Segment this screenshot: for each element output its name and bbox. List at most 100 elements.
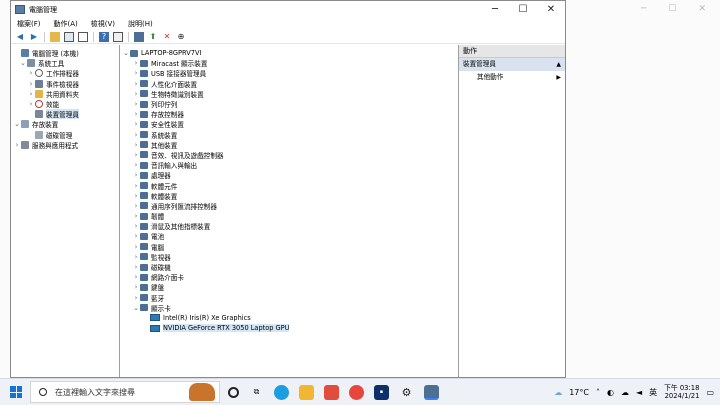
chevron-right-icon[interactable]: › bbox=[132, 161, 140, 169]
menu-file[interactable]: 檔案(F) bbox=[17, 19, 41, 29]
uninstall-icon[interactable]: ✕ bbox=[162, 32, 172, 42]
device-category[interactable]: › 電腦 bbox=[120, 242, 458, 252]
device-category[interactable]: › 電池 bbox=[120, 231, 458, 241]
chevron-right-icon[interactable]: › bbox=[132, 120, 140, 128]
close-button[interactable]: ✕ bbox=[537, 1, 565, 18]
tree-item-shared-folders[interactable]: › 共用資料夾 bbox=[11, 89, 119, 99]
chevron-down-icon[interactable]: ⌄ bbox=[132, 304, 140, 312]
tree-item-disk-management[interactable]: 磁碟管理 bbox=[11, 130, 119, 140]
cortana-icon[interactable] bbox=[228, 386, 239, 398]
tree-item-services-apps[interactable]: › 服務與應用程式 bbox=[11, 140, 119, 150]
menu-help[interactable]: 說明(H) bbox=[128, 19, 153, 29]
device-category[interactable]: › 存放控制器 bbox=[120, 109, 458, 119]
chevron-right-icon[interactable]: › bbox=[132, 80, 140, 88]
device-category[interactable]: › 處理器 bbox=[120, 170, 458, 180]
weather-icon[interactable]: ☁ bbox=[554, 388, 562, 397]
device-intel-graphics[interactable]: Intel(R) Iris(R) Xe Graphics bbox=[120, 313, 458, 323]
chevron-right-icon[interactable]: › bbox=[132, 232, 140, 240]
title-bar[interactable]: 電腦管理 ─ ☐ ✕ bbox=[11, 1, 565, 18]
task-view-icon[interactable]: ⧉ bbox=[249, 385, 264, 400]
start-button[interactable] bbox=[10, 386, 22, 398]
chevron-right-icon[interactable]: › bbox=[132, 222, 140, 230]
mail-icon[interactable] bbox=[324, 384, 339, 400]
menu-action[interactable]: 動作(A) bbox=[54, 19, 78, 29]
chevron-right-icon[interactable]: › bbox=[27, 100, 35, 108]
console-tree-icon[interactable] bbox=[64, 31, 74, 42]
device-category[interactable]: › 列印佇列 bbox=[120, 99, 458, 109]
device-category[interactable]: › 磁碟機 bbox=[120, 262, 458, 272]
device-category[interactable]: › 通用序列匯流排控制器 bbox=[120, 201, 458, 211]
chevron-right-icon[interactable]: › bbox=[132, 100, 140, 108]
speaker-icon[interactable]: ◄ bbox=[636, 388, 642, 397]
bg-maximize-icon[interactable]: ☐ bbox=[668, 4, 676, 14]
app-icon[interactable]: ▪ bbox=[374, 384, 389, 400]
forward-arrow-icon[interactable]: ▶ bbox=[29, 32, 39, 42]
tree-item-device-manager[interactable]: 裝置管理員 bbox=[11, 109, 119, 120]
weather-temp[interactable]: 17°C bbox=[569, 388, 589, 397]
chevron-right-icon[interactable]: › bbox=[132, 182, 140, 190]
chevron-right-icon[interactable]: › bbox=[132, 212, 140, 220]
back-arrow-icon[interactable]: ◀ bbox=[15, 32, 25, 42]
chevron-right-icon[interactable]: › bbox=[132, 59, 140, 67]
tray-chevron-icon[interactable]: ˄ bbox=[596, 388, 600, 397]
onedrive-icon[interactable]: ☁ bbox=[621, 388, 629, 397]
notifications-icon[interactable]: ▭ bbox=[706, 388, 714, 397]
up-folder-icon[interactable] bbox=[50, 31, 60, 42]
show-pane-icon[interactable] bbox=[113, 31, 123, 42]
tree-item-storage[interactable]: ⌄ 存放裝置 bbox=[11, 119, 119, 129]
tree-item-performance[interactable]: › 效能 bbox=[11, 99, 119, 109]
chevron-down-icon[interactable]: ⌄ bbox=[13, 120, 21, 128]
chevron-right-icon[interactable]: › bbox=[132, 243, 140, 251]
device-root[interactable]: ⌄ LAPTOP-8GPRV7VI bbox=[120, 48, 458, 58]
chevron-down-icon[interactable]: ⌄ bbox=[122, 49, 130, 57]
chevron-right-icon[interactable]: › bbox=[132, 294, 140, 302]
monitor-icon[interactable] bbox=[134, 31, 144, 42]
tree-item-computer-management[interactable]: 電腦管理 (本機) bbox=[11, 48, 119, 58]
device-category[interactable]: › 軟體元件 bbox=[120, 180, 458, 191]
properties-icon[interactable] bbox=[78, 31, 88, 42]
bg-close-icon[interactable]: ✕ bbox=[698, 4, 706, 14]
device-category[interactable]: › 滑鼠及其他指標裝置 bbox=[120, 221, 458, 231]
settings-gear-icon[interactable]: ⚙ bbox=[399, 385, 414, 400]
chevron-right-icon[interactable]: › bbox=[132, 110, 140, 118]
device-category[interactable]: › 音訊輸入與輸出 bbox=[120, 160, 458, 170]
chevron-right-icon[interactable]: › bbox=[27, 69, 35, 77]
device-category[interactable]: › 韌體 bbox=[120, 211, 458, 221]
chevron-right-icon[interactable]: › bbox=[132, 151, 140, 159]
chevron-down-icon[interactable]: ⌄ bbox=[19, 59, 27, 67]
device-category[interactable]: › 網路介面卡 bbox=[120, 272, 458, 282]
device-category[interactable]: › 人性化介面裝置 bbox=[120, 79, 458, 89]
chevron-right-icon[interactable]: › bbox=[132, 131, 140, 139]
chevron-right-icon[interactable]: › bbox=[132, 141, 140, 149]
device-category[interactable]: › 生物特徵識別裝置 bbox=[120, 89, 458, 99]
collapse-up-icon[interactable]: ▲ bbox=[556, 58, 561, 71]
tree-item-event-viewer[interactable]: › 事件檢視器 bbox=[11, 79, 119, 89]
chevron-right-icon[interactable]: › bbox=[27, 90, 35, 98]
bg-minimize-icon[interactable]: ─ bbox=[641, 4, 646, 14]
scan-hardware-icon[interactable]: ⊕ bbox=[176, 32, 186, 42]
update-driver-icon[interactable]: ⬆ bbox=[148, 32, 158, 42]
tree-item-task-scheduler[interactable]: › 工作排程器 bbox=[11, 68, 119, 78]
chevron-right-icon[interactable]: › bbox=[132, 69, 140, 77]
chevron-right-icon[interactable]: › bbox=[132, 263, 140, 271]
chevron-right-icon[interactable]: › bbox=[132, 192, 140, 200]
chevron-right-icon[interactable]: › bbox=[132, 253, 140, 261]
clock[interactable]: 下午 03:18 2024/1/21 bbox=[664, 384, 699, 400]
chevron-right-icon[interactable]: › bbox=[132, 283, 140, 291]
file-explorer-icon[interactable] bbox=[299, 384, 314, 400]
device-category[interactable]: › 其他裝置 bbox=[120, 140, 458, 150]
chevron-right-icon[interactable]: › bbox=[27, 80, 35, 88]
device-category[interactable]: › 監視器 bbox=[120, 252, 458, 262]
device-category[interactable]: › 軟體裝置 bbox=[120, 191, 458, 201]
device-category[interactable]: › 鍵盤 bbox=[120, 282, 458, 292]
minimize-button[interactable]: ─ bbox=[481, 1, 509, 18]
chevron-right-icon[interactable]: › bbox=[132, 202, 140, 210]
device-category[interactable]: › 藍牙 bbox=[120, 293, 458, 303]
more-actions[interactable]: 其他動作 ▶ bbox=[459, 71, 565, 84]
help-icon[interactable]: ? bbox=[99, 31, 109, 42]
network-icon[interactable]: ◐ bbox=[607, 388, 614, 397]
device-category[interactable]: › USB 接接器管理員 bbox=[120, 68, 458, 78]
tree-item-system-tools[interactable]: ⌄ 系統工具 bbox=[11, 58, 119, 68]
device-category[interactable]: › Miracast 顯示裝置 bbox=[120, 58, 458, 68]
chevron-right-icon[interactable]: › bbox=[132, 90, 140, 98]
